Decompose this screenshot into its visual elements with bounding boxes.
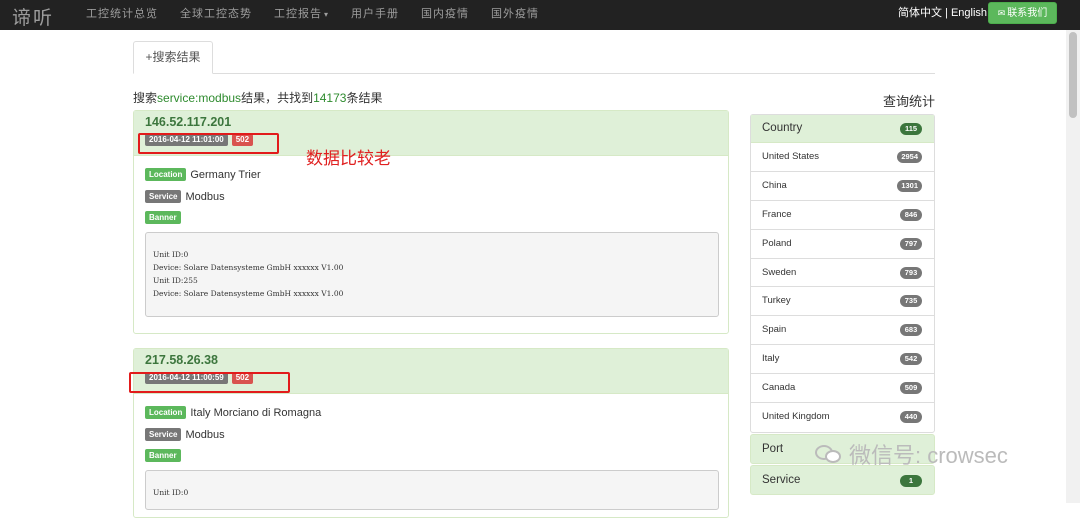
summary-count: 14173 — [313, 91, 347, 105]
country-count-badge: 115 — [900, 123, 922, 135]
contact-button-label: 联系我们 — [1007, 8, 1048, 19]
location-row: Location Italy Morciano di Romagna — [145, 406, 321, 419]
country-item[interactable]: Sweden 793 — [751, 259, 934, 288]
country-item[interactable]: United States 2954 — [751, 143, 934, 172]
summary-prefix: 搜索 — [133, 91, 158, 105]
country-name: Italy — [762, 353, 780, 365]
country-item[interactable]: Poland 797 — [751, 230, 934, 259]
country-item[interactable]: China 1301 — [751, 172, 934, 201]
country-item[interactable]: Canada 509 — [751, 374, 934, 404]
banner-text: Unit ID:0 Device: Solare Datensysteme Gm… — [145, 232, 719, 317]
country-stats-panel: Country 115 United States 2954 China 1301 … — [750, 114, 935, 433]
nav-item-manual[interactable]: 用户手册 — [351, 0, 399, 30]
service-label: Service — [145, 190, 182, 203]
country-count: 440 — [900, 411, 922, 424]
nav-item-domestic-epidemic[interactable]: 国内疫情 — [421, 0, 469, 30]
result-ip[interactable]: 217.58.26.38 — [145, 353, 218, 367]
contact-button[interactable]: ✉ 联系我们 — [988, 2, 1057, 24]
annotation-box — [138, 133, 279, 154]
envelope-icon: ✉ — [997, 8, 1006, 18]
wechat-icon — [815, 443, 843, 465]
tab-divider — [133, 73, 935, 74]
banner-row: Banner — [145, 211, 181, 224]
service-value: Modbus — [185, 428, 225, 441]
stats-title: 查询统计 — [883, 94, 936, 109]
language-switch[interactable]: 简体中文 | English — [898, 0, 987, 26]
country-header[interactable]: Country 115 — [751, 115, 934, 143]
country-name: Sweden — [762, 266, 797, 278]
country-name: Turkey — [762, 295, 791, 307]
summary-suffix: 条结果 — [346, 91, 383, 105]
nav-item-reports-label: 工控报告 — [274, 7, 322, 20]
country-count: 542 — [900, 353, 922, 366]
summary-query: service:modbus — [157, 91, 242, 105]
watermark-text: 微信号: crowsec — [849, 443, 1008, 468]
country-count: 509 — [900, 382, 922, 395]
country-name: Poland — [762, 237, 792, 249]
location-value: Italy Morciano di Romagna — [190, 406, 322, 419]
country-count: 797 — [900, 237, 922, 250]
summary-mid: 结果，共找到 — [241, 91, 314, 105]
country-count: 793 — [900, 266, 922, 279]
result-ip[interactable]: 146.52.117.201 — [145, 115, 231, 129]
brand-logo[interactable]: 谛听 — [12, 3, 54, 30]
scrollbar-thumb[interactable] — [1069, 32, 1077, 118]
country-name: China — [762, 179, 787, 191]
country-item[interactable]: Turkey 735 — [751, 287, 934, 317]
banner-row: Banner — [145, 449, 181, 462]
country-name: France — [762, 208, 792, 220]
location-label: Location — [145, 406, 187, 419]
caret-down-icon: ▾ — [324, 10, 330, 19]
service-label: Service — [145, 428, 182, 441]
location-value: Germany Trier — [190, 168, 261, 181]
country-item[interactable]: Italy 542 — [751, 345, 934, 375]
country-item[interactable]: Spain 683 — [751, 316, 934, 346]
service-row: Service Modbus — [145, 428, 225, 441]
country-name: Spain — [762, 324, 787, 336]
country-count: 683 — [900, 324, 922, 337]
country-count: 735 — [900, 295, 922, 308]
annotation-box — [129, 372, 290, 393]
banner-label: Banner — [145, 211, 181, 224]
banner-text: Unit ID:0 — [145, 470, 719, 510]
page-scrollbar[interactable] — [1066, 30, 1080, 503]
service-header-label: Service — [762, 474, 801, 486]
country-header-label: Country — [762, 122, 803, 134]
nav-item-overview[interactable]: 工控统计总览 — [86, 0, 158, 30]
country-item[interactable]: United Kingdom 440 — [751, 403, 934, 432]
search-summary: 搜索service:modbus结果，共找到14173条结果 — [133, 89, 382, 106]
country-count: 1301 — [897, 179, 922, 192]
country-count: 846 — [900, 208, 922, 221]
wechat-watermark: 微信号: crowsec — [815, 438, 1008, 470]
service-value: Modbus — [185, 190, 225, 203]
nav-item-foreign-epidemic[interactable]: 国外疫情 — [491, 0, 539, 30]
country-name: Canada — [762, 382, 796, 394]
country-name: United Kingdom — [762, 411, 830, 423]
annotation-text: 数据比较老 — [306, 149, 391, 168]
banner-label: Banner — [145, 449, 181, 462]
tab-search-results[interactable]: +搜索结果 — [133, 41, 213, 74]
main-nav: 工控统计总览 全球工控态势 工控报告 ▾ 用户手册 国内疫情 国外疫情 — [86, 0, 561, 30]
top-navbar: 谛听 工控统计总览 全球工控态势 工控报告 ▾ 用户手册 国内疫情 国外疫情 简体… — [0, 0, 1080, 30]
location-label: Location — [145, 168, 187, 181]
nav-item-reports[interactable]: 工控报告 ▾ — [274, 0, 329, 30]
country-name: United States — [762, 151, 820, 162]
nav-item-global-situation[interactable]: 全球工控态势 — [180, 0, 252, 30]
service-count-badge: 1 — [900, 475, 922, 487]
country-item[interactable]: France 846 — [751, 201, 934, 230]
service-row: Service Modbus — [145, 190, 225, 203]
port-header-label: Port — [762, 443, 784, 455]
location-row: Location Germany Trier — [145, 168, 261, 181]
country-count: 2954 — [897, 151, 922, 163]
